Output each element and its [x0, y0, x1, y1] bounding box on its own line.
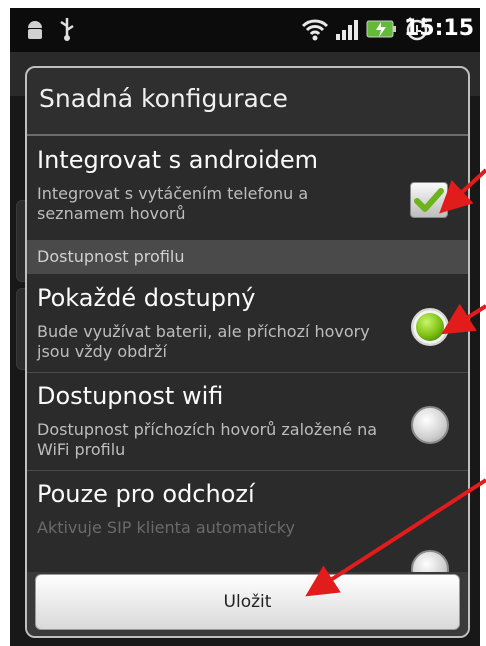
annotation-arrow — [305, 478, 486, 597]
annotation-arrow — [439, 168, 486, 214]
phone-screen: 15:15 Snadná konfigurace Integrovat s an… — [0, 0, 486, 646]
annotation-overlay — [305, 168, 486, 597]
annotation-arrow — [441, 303, 486, 335]
